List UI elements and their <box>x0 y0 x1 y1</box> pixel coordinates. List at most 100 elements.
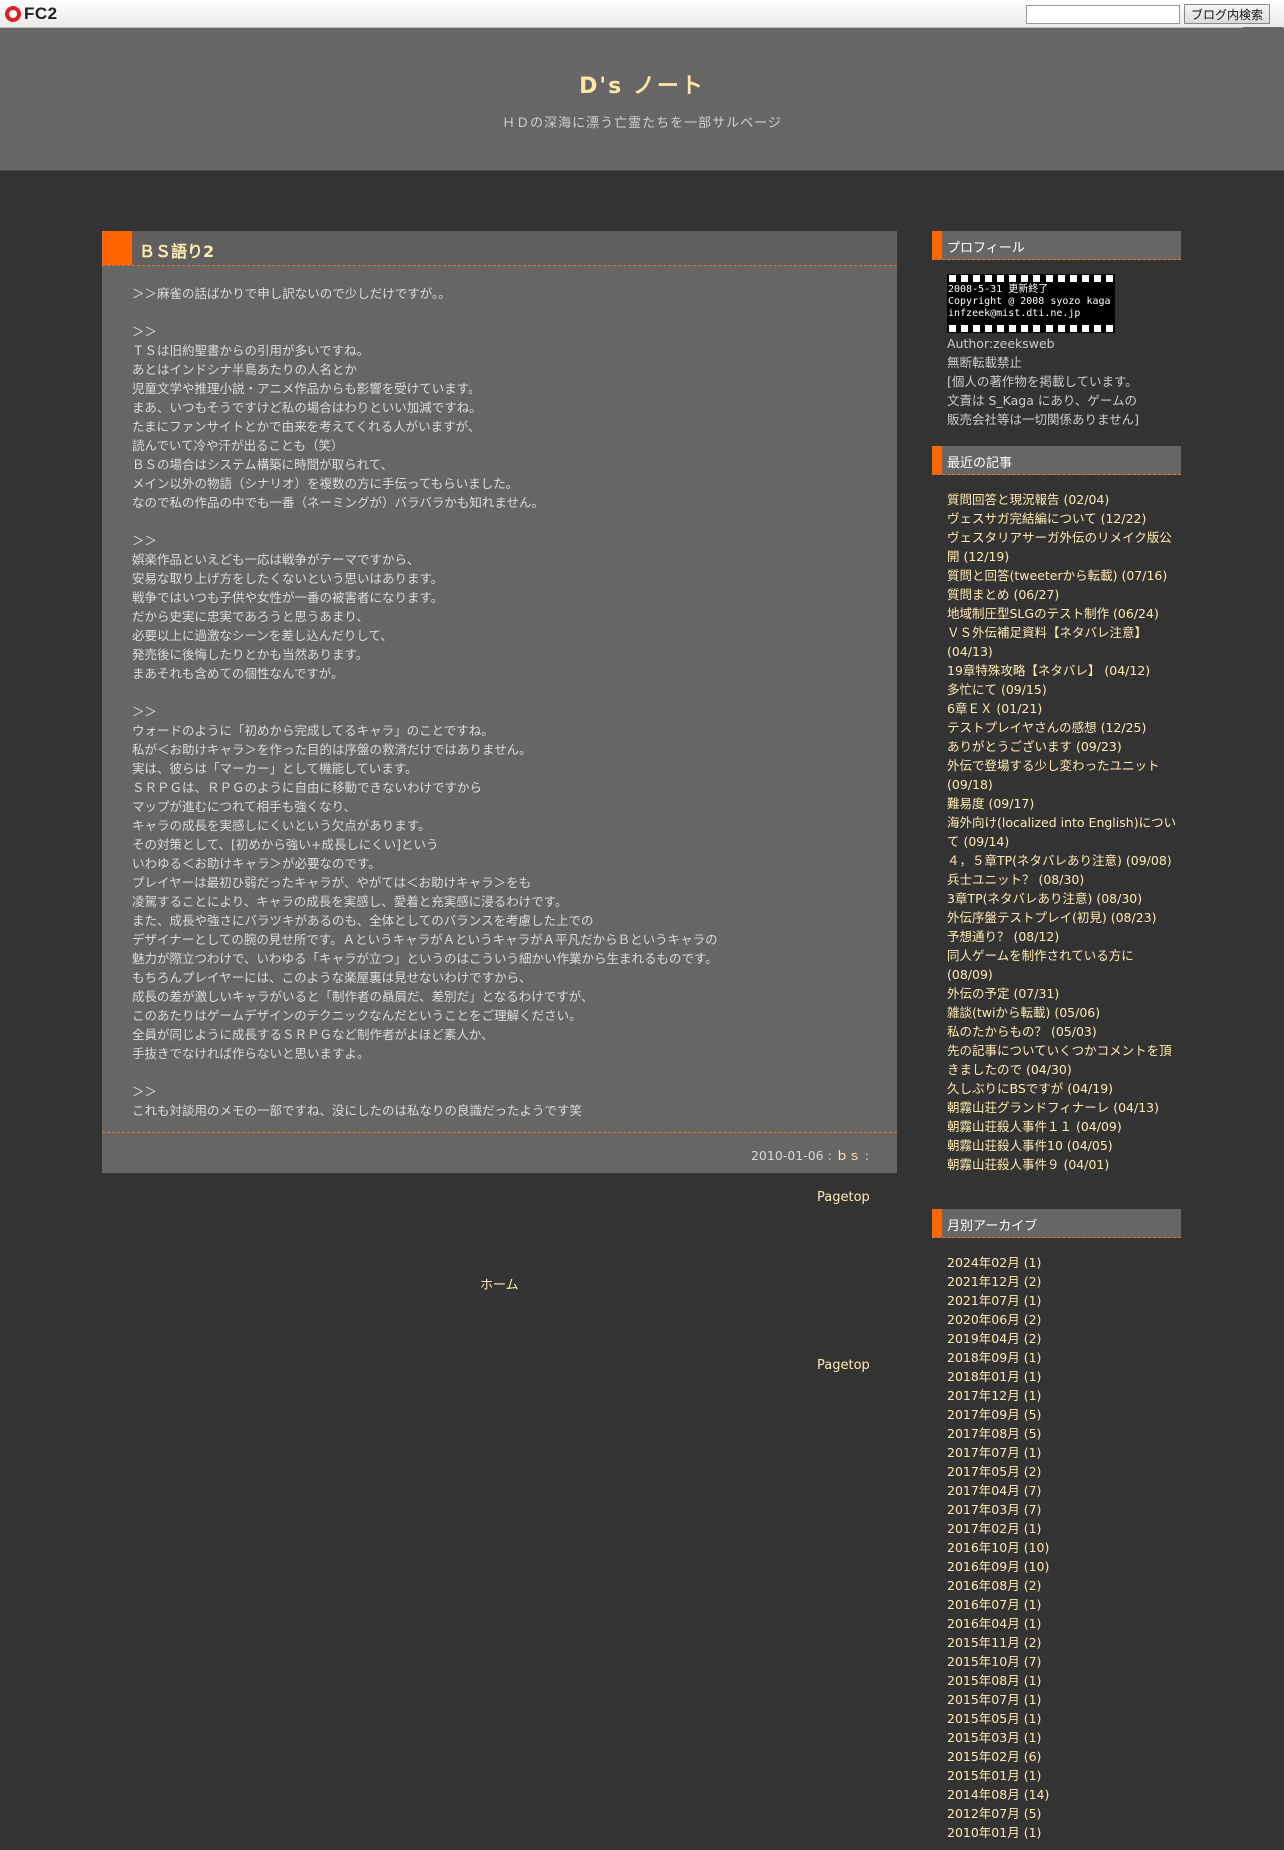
recent-entry-link[interactable]: 多忙にて (09/15) <box>947 680 1181 699</box>
archive-month-link[interactable]: 2017年07月 (1) <box>947 1443 1181 1462</box>
fc2-logo-icon <box>5 6 21 22</box>
sidebar-recent-entries: 最近の記事 質問回答と現況報告 (02/04) ヴェスサガ完結編について (12/… <box>932 446 1181 1174</box>
recent-entry-link[interactable]: ヴェスタリアサーガ外伝のリメイク版公開 (12/19) <box>947 528 1181 566</box>
entry-body-line: ＳＲＰＧは、ＲＰＧのように自由に移動できないわけですから <box>132 780 483 795</box>
entry-body-line <box>132 512 882 531</box>
recent-entry-link[interactable]: 朝霧山荘グランドフィナーレ (04/13) <box>947 1098 1181 1117</box>
recent-entry-link[interactable]: 質問まとめ (06/27) <box>947 585 1181 604</box>
recent-entry-link[interactable]: 朝霧山荘殺人事件１１ (04/09) <box>947 1117 1181 1136</box>
archive-month-link[interactable]: 2016年07月 (1) <box>947 1595 1181 1614</box>
recent-entry-link[interactable]: 3章TP(ネタバレあり注意) (08/30) <box>947 889 1181 908</box>
pagetop-link[interactable]: Pagetop <box>817 1190 870 1205</box>
archive-header-accent <box>932 1209 942 1237</box>
archive-month-link[interactable]: 2016年04月 (1) <box>947 1614 1181 1633</box>
entry-title[interactable]: ＢＳ語り2 <box>139 238 214 262</box>
archive-month-link[interactable]: 2020年06月 (2) <box>947 1310 1181 1329</box>
recent-entry-link[interactable]: 質問回答と現況報告 (02/04) <box>947 490 1181 509</box>
entry-body-line: いわゆる＜お助けキャラ＞が必要なのです。 <box>132 856 381 871</box>
recent-entry-link[interactable]: 久しぶりにBSですが (04/19) <box>947 1079 1181 1098</box>
recent-entry-link[interactable]: 海外向け(localized into English)について (09/14) <box>947 813 1181 851</box>
entry-body-line: 読んでいて冷や汗が出ることも（笑） <box>132 438 344 453</box>
recent-entry-link[interactable]: 私のたからもの？ (05/03) <box>947 1022 1181 1041</box>
archive-month-link[interactable]: 2015年02月 (6) <box>947 1747 1181 1766</box>
archive-month-link[interactable]: 2015年01月 (1) <box>947 1766 1181 1785</box>
entry-meta-separator: : <box>860 1148 869 1163</box>
recent-entry-link[interactable]: 質問と回答(tweeterから転載) (07/16) <box>947 566 1181 585</box>
recent-entry-link[interactable]: 19章特殊攻略【ネタバレ】 (04/12) <box>947 661 1181 680</box>
archive-month-link[interactable]: 2017年03月 (7) <box>947 1500 1181 1519</box>
entry-body-line: 私が＜お助けキャラ＞を作った目的は序盤の救済だけではありません。 <box>132 742 532 757</box>
recent-entry-link[interactable]: 外伝で登場する少し変わったユニット (09/18) <box>947 756 1181 794</box>
entry-body-line: ＞＞ <box>132 324 158 339</box>
recent-entry-link[interactable]: ありがとうございます (09/23) <box>947 737 1181 756</box>
archive-month-link[interactable]: 2017年09月 (5) <box>947 1405 1181 1424</box>
archive-month-link[interactable]: 2024年02月 (1) <box>947 1253 1181 1272</box>
pagetop-link-bottom[interactable]: Pagetop <box>817 1358 870 1373</box>
entry-footer: 2010-01-06 : ｂｓ : <box>102 1132 897 1173</box>
archive-month-link[interactable]: 2017年12月 (1) <box>947 1386 1181 1405</box>
recent-entry-link[interactable]: 朝霧山荘殺人事件９ (04/01) <box>947 1155 1181 1174</box>
recent-list: 質問回答と現況報告 (02/04) ヴェスサガ完結編について (12/22) ヴェス… <box>932 475 1181 1174</box>
fc2-toolbar: FC2 ブログ内検索 <box>0 0 1284 28</box>
recent-entry-link[interactable]: ヴェスサガ完結編について (12/22) <box>947 509 1181 528</box>
recent-entry-link[interactable]: 先の記事についていくつかコメントを頂きましたので (04/30) <box>947 1041 1181 1079</box>
recent-entry-link[interactable]: 兵士ユニット？ (08/30) <box>947 870 1181 889</box>
archive-month-link[interactable]: 2015年10月 (7) <box>947 1652 1181 1671</box>
entry-body-line: あとはインドシナ半島あたりの人名とか <box>132 362 358 377</box>
archive-month-link[interactable]: 2017年02月 (1) <box>947 1519 1181 1538</box>
archive-month-link[interactable]: 2016年09月 (10) <box>947 1557 1181 1576</box>
home-link[interactable]: ホーム <box>480 1274 519 1293</box>
entry-body-line: その対策として、[初めから強い+成長しにくい]という <box>132 837 439 852</box>
profile-image-line: Copyright @ 2008 syozo kaga <box>948 296 1111 307</box>
entry-body-line: 成長の差が激しいキャラがいると「制作者の贔屓だ、差別だ」となるわけですが、 <box>132 989 594 1004</box>
recent-entry-link[interactable]: ＶＳ外伝補足資料【ネタバレ注意】 (04/13) <box>947 623 1181 661</box>
recent-entry-link[interactable]: 外伝の予定 (07/31) <box>947 984 1181 1003</box>
entry-body-line: 戦争ではいつも子供や女性が一番の被害者になります。 <box>132 590 444 605</box>
recent-entry-link[interactable]: 予想通り？ (08/12) <box>947 927 1181 946</box>
recent-entry-link[interactable]: テストプレイヤさんの感想 (12/25) <box>947 718 1181 737</box>
blog-search-button[interactable]: ブログ内検索 <box>1183 4 1270 24</box>
archive-month-link[interactable]: 2016年10月 (10) <box>947 1538 1181 1557</box>
sidebar-archive: 月別アーカイブ 2024年02月 (1) 2021年12月 (2) 2021年07月… <box>932 1209 1181 1842</box>
archive-month-link[interactable]: 2021年12月 (2) <box>947 1272 1181 1291</box>
archive-month-link[interactable]: 2015年03月 (1) <box>947 1728 1181 1747</box>
recent-entry-link[interactable]: 外伝序盤テストプレイ(初見) (08/23) <box>947 908 1181 927</box>
profile-text-line: 無断転載禁止 <box>947 355 1023 370</box>
entry-body-line: デザイナーとしての腕の見せ所です。ＡというキャラがＡというキャラがＡ平凡だからＢ… <box>132 932 718 947</box>
archive-month-link[interactable]: 2012年07月 (5) <box>947 1804 1181 1823</box>
archive-month-link[interactable]: 2017年08月 (5) <box>947 1424 1181 1443</box>
archive-month-link[interactable]: 2021年07月 (1) <box>947 1291 1181 1310</box>
fc2-logo[interactable]: FC2 <box>5 3 58 25</box>
entry-body-line: 手抜きでなければ作らないと思いますよ。 <box>132 1046 370 1061</box>
archive-month-link[interactable]: 2018年09月 (1) <box>947 1348 1181 1367</box>
archive-month-link[interactable]: 2015年07月 (1) <box>947 1690 1181 1709</box>
blog-title[interactable]: D's ノート <box>0 68 1284 100</box>
entry-body-line: ＞＞ <box>132 1084 158 1099</box>
recent-entry-link[interactable]: 同人ゲームを制作されている方に (08/09) <box>947 946 1181 984</box>
recent-entry-link[interactable]: 難易度 (09/17) <box>947 794 1181 813</box>
entry-category-link[interactable]: ｂｓ <box>836 1148 861 1163</box>
recent-entry-link[interactable]: 地域制圧型SLGのテスト制作 (06/24) <box>947 604 1181 623</box>
archive-header: 月別アーカイブ <box>932 1209 1181 1238</box>
recent-entry-link[interactable]: ４，５章TP(ネタバレあり注意) (09/08) <box>947 851 1181 870</box>
archive-month-link[interactable]: 2016年08月 (2) <box>947 1576 1181 1595</box>
archive-month-link[interactable]: 2017年05月 (2) <box>947 1462 1181 1481</box>
profile-header: プロフィール <box>932 231 1181 260</box>
archive-month-link[interactable]: 2015年05月 (1) <box>947 1709 1181 1728</box>
archive-month-link[interactable]: 2015年08月 (1) <box>947 1671 1181 1690</box>
archive-month-link[interactable]: 2014年08月 (14) <box>947 1785 1181 1804</box>
archive-month-link[interactable]: 2010年01月 (1) <box>947 1823 1181 1842</box>
recent-entry-link[interactable]: 雑談(twiから転載) (05/06) <box>947 1003 1181 1022</box>
profile-image: 2008-5-31 更新終了 Copyright @ 2008 syozo kag… <box>947 274 1115 333</box>
recent-entry-link[interactable]: 朝霧山荘殺人事件10 (04/05) <box>947 1136 1181 1155</box>
archive-month-link[interactable]: 2017年04月 (7) <box>947 1481 1181 1500</box>
entry-body-line: また、成長や強さにバラツキがあるのも、全体としてのバランスを考慮した上での <box>132 913 594 928</box>
archive-month-link[interactable]: 2018年01月 (1) <box>947 1367 1181 1386</box>
recent-entry-link[interactable]: 6章ＥＸ (01/21) <box>947 699 1181 718</box>
blog-header: D's ノート ＨＤの深海に漂う亡霊たちを一部サルベージ <box>0 28 1284 171</box>
archive-month-link[interactable]: 2019年04月 (2) <box>947 1329 1181 1348</box>
blog-search-input[interactable] <box>1025 4 1180 24</box>
archive-month-link[interactable]: 2015年11月 (2) <box>947 1633 1181 1652</box>
entry-body-line: マップが進むにつれて相手も強くなり、 <box>132 799 357 814</box>
entry-body-line: 実は、彼らは「マーカー」として機能しています。 <box>132 761 418 776</box>
